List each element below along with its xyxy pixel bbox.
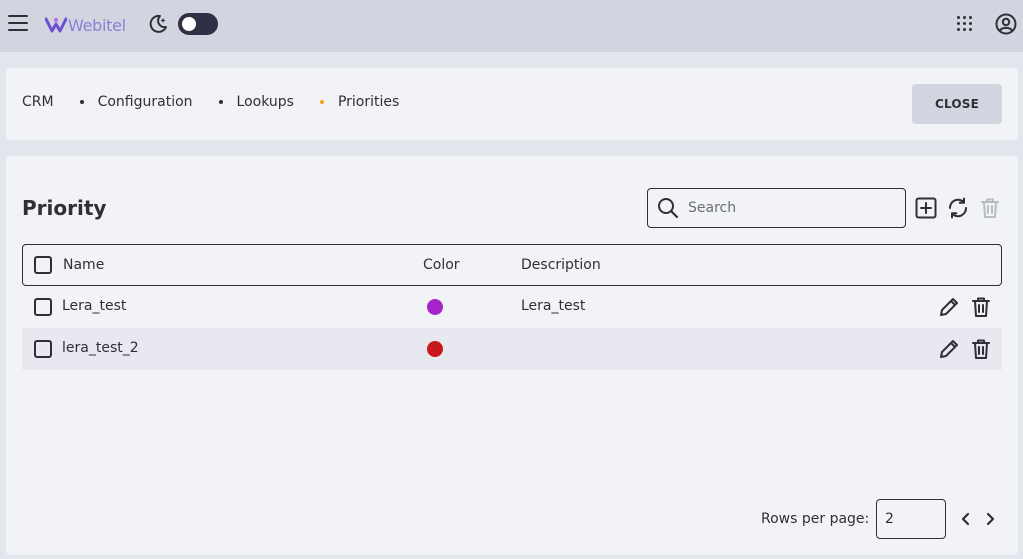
cell-name: lera_test_2 [62,340,139,356]
breadcrumb-item-priorities: Priorities [337,94,400,110]
trash-icon[interactable] [969,337,993,361]
toggle-knob [182,17,196,31]
cell-description: Lera_test [521,298,586,314]
column-header-name[interactable]: Name [63,257,104,273]
search-input[interactable] [688,197,898,219]
breadcrumb-item-lookups[interactable]: Lookups [237,94,294,110]
pencil-icon[interactable] [937,337,961,361]
refresh-icon[interactable] [946,196,970,220]
search-icon [658,198,679,219]
breadcrumb-separator [218,100,223,104]
breadcrumb-separator-active [319,100,324,104]
row-checkbox[interactable] [34,298,52,316]
cell-name: Lera_test [62,298,127,314]
theme-toggle[interactable] [178,13,218,35]
table-row[interactable]: Lera_test Lera_test [22,286,1002,328]
table-row[interactable]: lera_test_2 [22,328,1002,370]
delete-selected-icon[interactable] [978,196,1002,220]
account-icon[interactable] [995,13,1017,35]
color-swatch [427,341,443,357]
row-checkbox[interactable] [34,340,52,358]
moon-icon [149,14,167,33]
breadcrumb-item-configuration[interactable]: Configuration [98,94,193,110]
webitel-logo[interactable]: Webitel [45,14,126,36]
table-header: Name Color Description [22,244,1002,286]
add-square-icon[interactable] [914,196,938,220]
apps-grid-icon[interactable] [957,16,973,32]
column-header-description[interactable]: Description [521,257,601,273]
search-box[interactable] [647,188,906,228]
logo-text: Webitel [68,15,126,35]
column-header-color[interactable]: Color [423,257,460,273]
top-app-bar: Webitel [0,0,1023,52]
chevron-right-icon[interactable] [982,510,998,528]
breadcrumb-item-crm[interactable]: CRM [22,94,54,110]
webitel-logo-icon [45,17,67,33]
rows-per-page-input[interactable] [876,499,946,539]
chevron-left-icon[interactable] [958,510,974,528]
close-button[interactable]: CLOSE [912,84,1002,124]
priority-panel: Priority Name Color Description Lera_tes… [6,156,1018,555]
rows-per-page-label: Rows per page: [761,511,870,527]
color-swatch [427,299,443,315]
select-all-checkbox[interactable] [34,256,52,274]
hamburger-menu-icon[interactable] [8,14,28,32]
page-title: Priority [22,196,107,220]
breadcrumb: CRM Configuration Lookups Priorities [22,94,399,110]
breadcrumb-card: CRM Configuration Lookups Priorities CLO… [6,68,1018,140]
trash-icon[interactable] [969,295,993,319]
breadcrumb-separator [79,100,84,104]
pencil-icon[interactable] [937,295,961,319]
